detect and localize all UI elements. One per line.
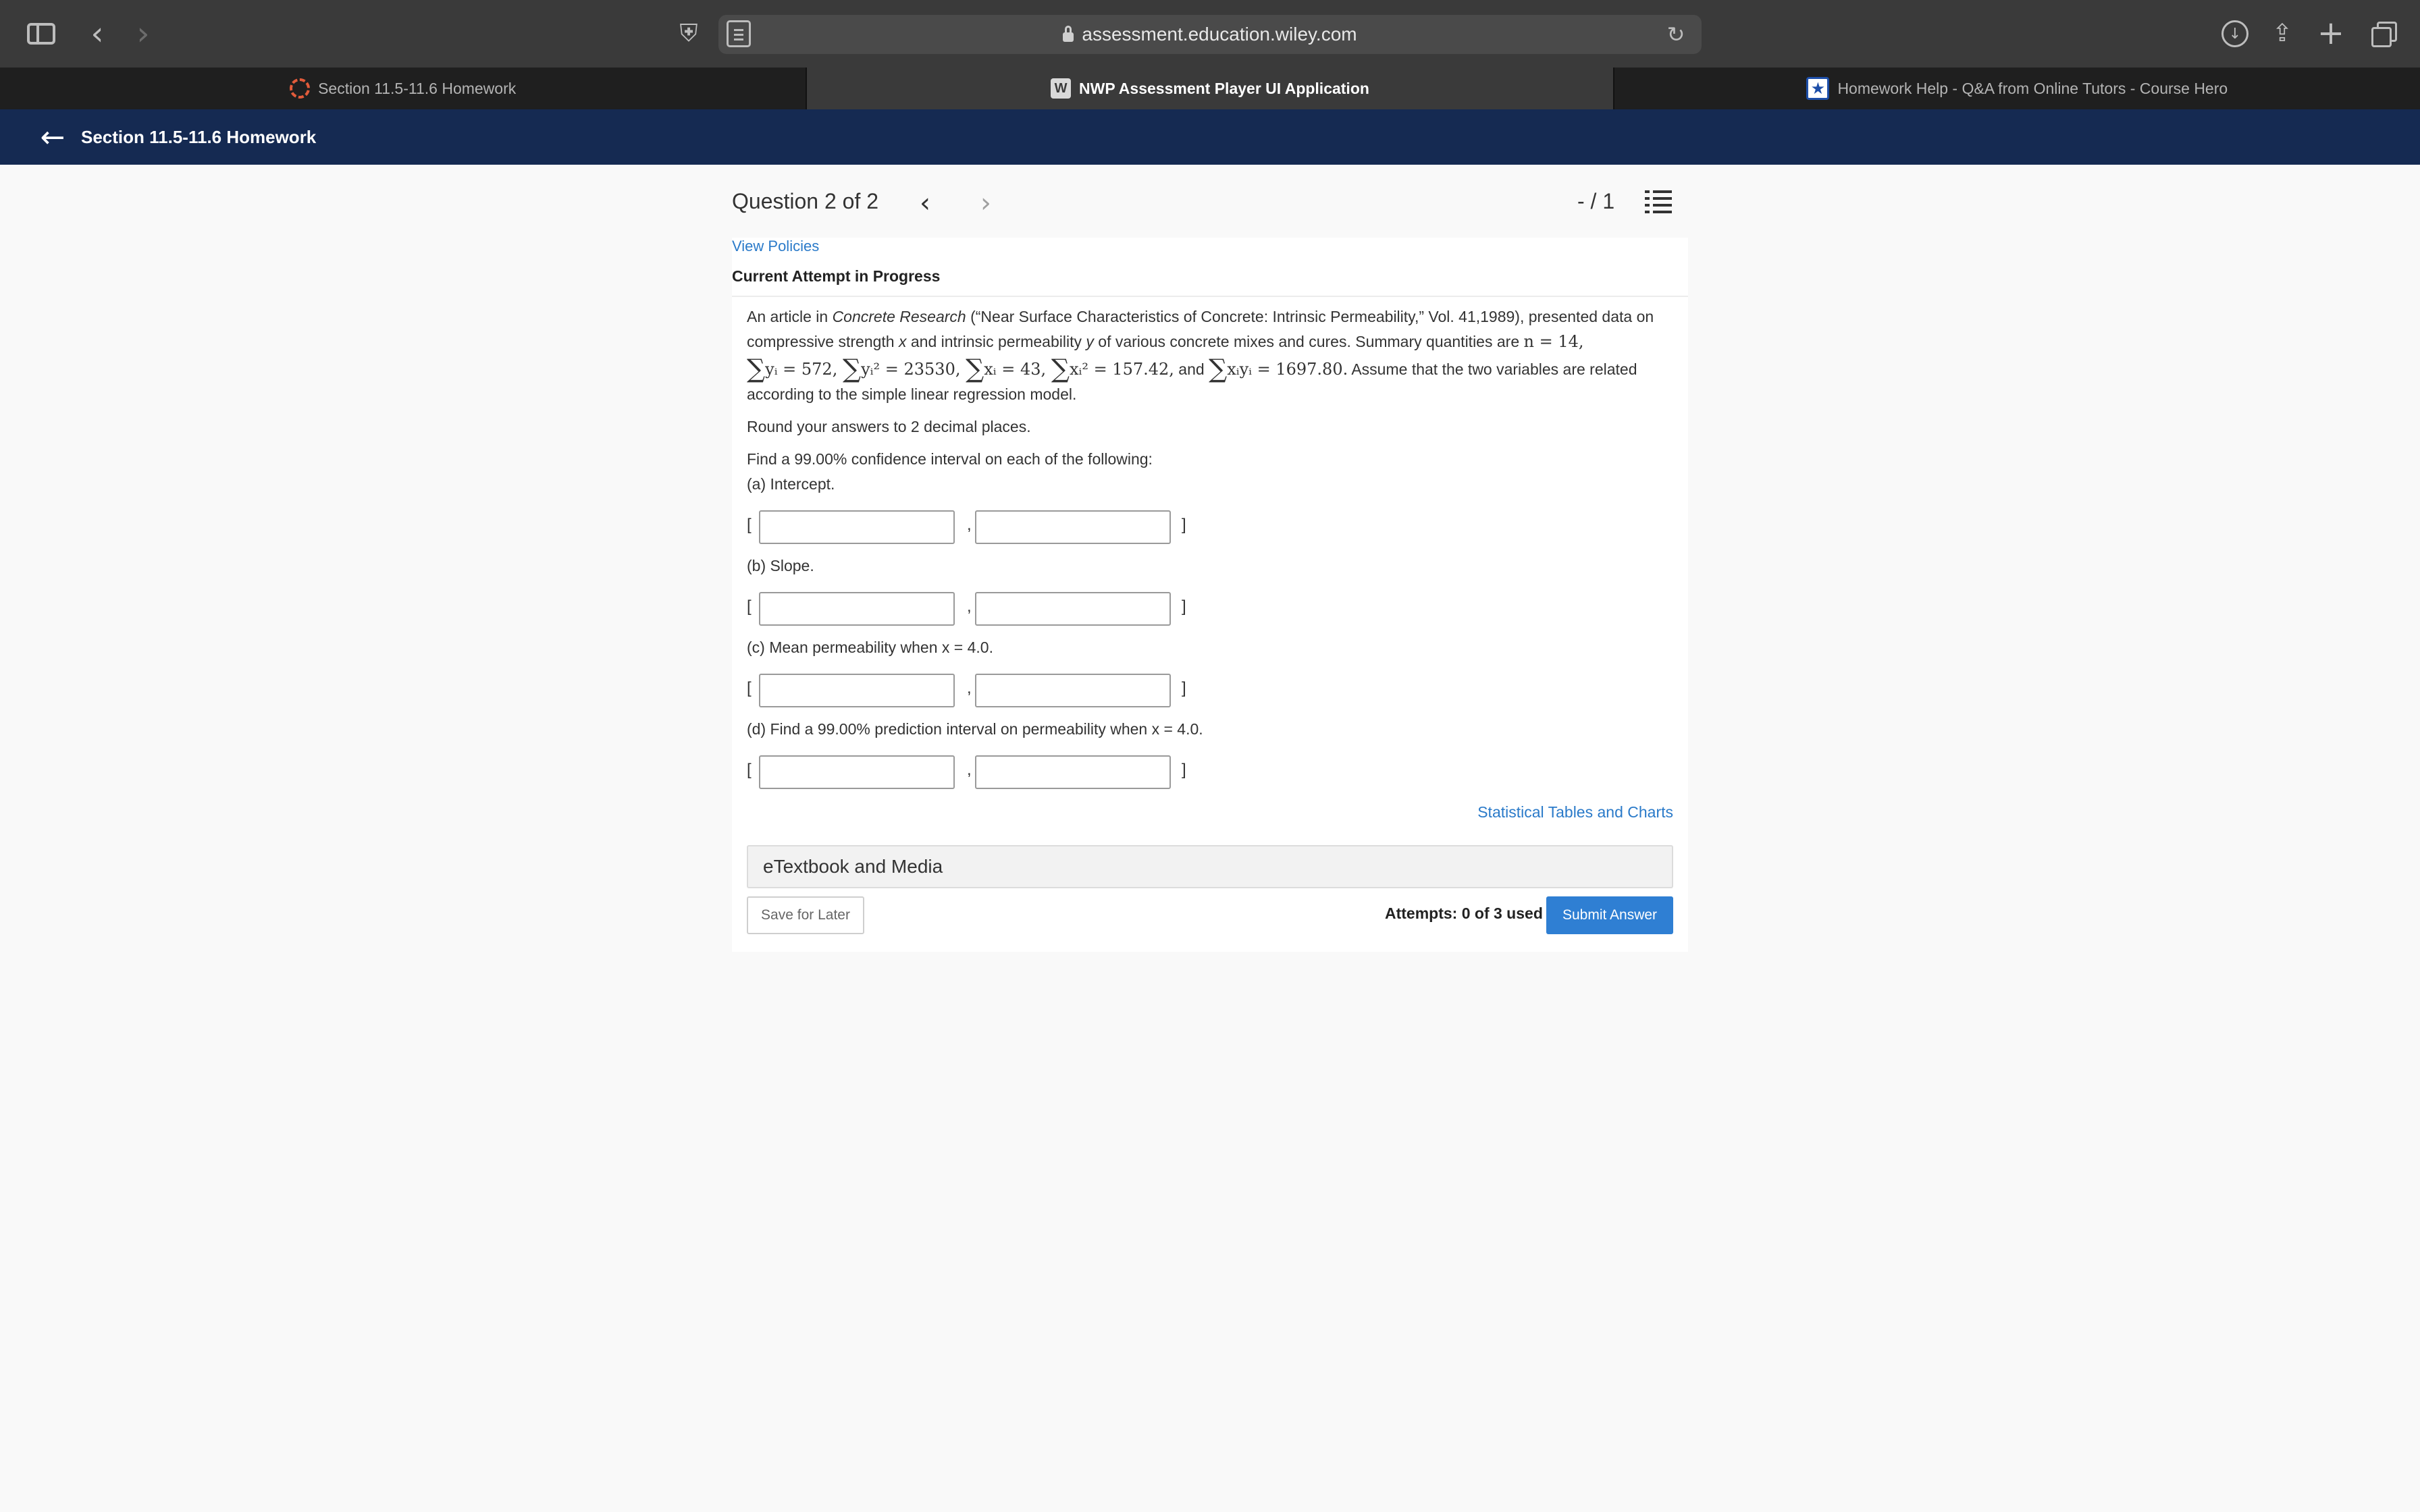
problem-statement: An article in Concrete Research (“Near S… — [747, 305, 1679, 406]
previous-question-icon[interactable]: ‹ — [913, 186, 937, 220]
part-a-lower-input[interactable] — [759, 510, 955, 544]
question-card: View Policies Current Attempt in Progres… — [732, 238, 1688, 952]
part-d-lower-input[interactable] — [759, 755, 955, 789]
new-tab-icon[interactable]: + — [2317, 14, 2344, 52]
tab-label: NWP Assessment Player UI Application — [1079, 79, 1369, 97]
sum-xy: xᵢyᵢ = 1697.80. — [1227, 360, 1348, 379]
comma: , — [967, 597, 972, 616]
url-text: assessment.education.wiley.com — [1082, 24, 1357, 45]
statistical-tables-link[interactable]: Statistical Tables and Charts — [1477, 803, 1673, 821]
question-nav: Question 2 of 2 ‹ › - / 1 — [732, 184, 1688, 231]
part-c-interval: [ , ] — [747, 674, 1192, 707]
attempt-heading: Current Attempt in Progress — [732, 267, 941, 285]
sigma-icon: ∑ — [747, 354, 766, 383]
url-display[interactable]: assessment.education.wiley.com — [718, 15, 1702, 54]
intro-text: An article in — [747, 308, 833, 325]
part-b-interval: [ , ] — [747, 592, 1192, 626]
sum-x: xᵢ = 43, — [984, 360, 1047, 379]
and-word: and — [1174, 360, 1209, 378]
bracket-open: [ — [747, 761, 752, 779]
comma: , — [967, 761, 972, 779]
find-note: Find a 99.00% confidence interval on eac… — [747, 450, 1153, 468]
lock-icon — [1063, 26, 1074, 42]
part-a-label: (a) Intercept. — [747, 475, 835, 493]
address-bar[interactable]: assessment.education.wiley.com ↻ — [718, 15, 1702, 54]
bracket-close: ] — [1182, 516, 1186, 534]
app-header: ← Section 11.5-11.6 Homework — [0, 109, 2420, 165]
question-score: - / 1 — [1577, 189, 1615, 213]
question-text: An article in Concrete Research (“Near S… — [747, 305, 1679, 470]
intro-text: of various concrete mixes and cures. Sum… — [1093, 333, 1524, 350]
reload-icon[interactable]: ↻ — [1662, 20, 1689, 49]
round-note: Round your answers to 2 decimal places. — [747, 418, 1031, 435]
tab-section-homework[interactable]: Section 11.5-11.6 Homework — [0, 68, 808, 109]
bracket-close: ] — [1182, 679, 1186, 697]
share-icon[interactable]: ⇪ — [2269, 16, 2296, 50]
sigma-icon: ∑ — [966, 354, 984, 383]
sigma-icon: ∑ — [1209, 354, 1228, 383]
question-position: Question 2 of 2 — [732, 189, 879, 213]
sigma-icon: ∑ — [1051, 354, 1070, 383]
bracket-open: [ — [747, 516, 752, 534]
tab-label: Section 11.5-11.6 Homework — [318, 79, 517, 97]
part-a-upper-input[interactable] — [975, 510, 1171, 544]
part-b-label: (b) Slope. — [747, 557, 814, 574]
browser-back-icon[interactable]: ‹ — [84, 15, 111, 53]
browser-forward-icon[interactable]: › — [130, 15, 157, 53]
tab-label: Homework Help - Q&A from Online Tutors -… — [1837, 79, 2228, 97]
part-d-upper-input[interactable] — [975, 755, 1171, 789]
assignment-title[interactable]: Section 11.5-11.6 Homework — [81, 127, 316, 148]
sigma-icon: ∑ — [842, 354, 862, 383]
bracket-close: ] — [1182, 761, 1186, 779]
variable-x: x — [898, 333, 907, 350]
course-hero-star-icon: ★ — [1806, 77, 1830, 100]
save-for-later-button[interactable]: Save for Later — [747, 896, 864, 934]
submit-answer-button[interactable]: Submit Answer — [1546, 896, 1673, 934]
bracket-open: [ — [747, 679, 752, 697]
part-c-label: (c) Mean permeability when x = 4.0. — [747, 639, 993, 656]
tab-overview-icon[interactable] — [2370, 22, 2397, 47]
view-policies-link[interactable]: View Policies — [732, 238, 819, 255]
sum-x-squared: xᵢ² = 157.42, — [1069, 360, 1174, 379]
etextbook-media-panel[interactable]: eTextbook and Media — [747, 845, 1673, 888]
intro-text: and intrinsic permeability — [906, 333, 1086, 350]
w-logo-icon: W — [1051, 78, 1072, 99]
part-a-interval: [ , ] — [747, 510, 1192, 544]
tab-strip: Section 11.5-11.6 Homework W NWP Assessm… — [0, 68, 2420, 109]
sum-y-squared: yᵢ² = 23530, — [861, 360, 961, 379]
download-icon[interactable]: ↓ — [2221, 20, 2248, 47]
bracket-open: [ — [747, 597, 752, 616]
part-d-label: (d) Find a 99.00% prediction interval on… — [747, 720, 1203, 738]
variable-y: y — [1086, 333, 1094, 350]
comma: , — [967, 679, 972, 697]
summary-sums: ∑xᵢyᵢ = 1697.80. — [1209, 355, 1348, 382]
privacy-shield-icon[interactable]: ⛨ — [675, 19, 702, 49]
summary-sums: ∑yᵢ = 572, ∑yᵢ² = 23530, ∑xᵢ = 43, ∑xᵢ² … — [747, 355, 1174, 382]
part-b-upper-input[interactable] — [975, 592, 1171, 626]
part-d-interval: [ , ] — [747, 755, 1192, 789]
next-question-icon[interactable]: › — [974, 186, 998, 220]
part-c-upper-input[interactable] — [975, 674, 1171, 707]
browser-toolbar: ‹ › ⛨ assessment.education.wiley.com ↻ ↓… — [0, 0, 2420, 68]
attempts-counter: Attempts: 0 of 3 used — [1385, 905, 1543, 922]
comma: , — [967, 516, 972, 534]
journal-name: Concrete Research — [832, 308, 966, 325]
back-arrow-icon[interactable]: ← — [38, 120, 68, 155]
divider — [732, 296, 1688, 297]
tab-course-hero[interactable]: ★ Homework Help - Q&A from Online Tutors… — [1614, 68, 2420, 109]
part-c-lower-input[interactable] — [759, 674, 955, 707]
sum-y: yᵢ = 572, — [765, 360, 838, 379]
reader-view-icon[interactable] — [727, 20, 751, 47]
part-b-lower-input[interactable] — [759, 592, 955, 626]
n-expression: n = 14, — [1523, 332, 1584, 351]
wiley-logo-icon — [290, 78, 311, 99]
bracket-close: ] — [1182, 597, 1186, 616]
tab-nwp-assessment[interactable]: W NWP Assessment Player UI Application — [807, 68, 1614, 109]
question-list-icon[interactable] — [1645, 189, 1672, 216]
sidebar-toggle-icon[interactable] — [27, 23, 55, 45]
